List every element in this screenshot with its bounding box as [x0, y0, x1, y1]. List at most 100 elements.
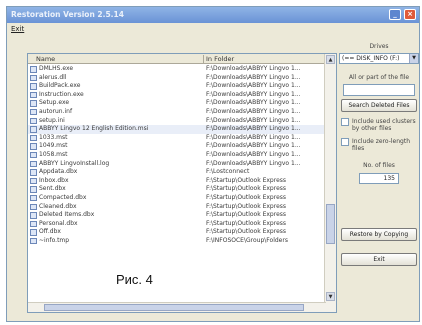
table-row[interactable]: alerus.dll F:\Downloads\ABBYY Lingvo 1... — [28, 74, 326, 83]
table-row[interactable]: Instruction.exe F:\Downloads\ABBYY Lingvo… — [28, 91, 326, 100]
file-name: ~info.tmp — [39, 236, 70, 244]
file-folder: F:\Downloads\ABBYY Lingvo 1... — [206, 150, 301, 158]
table-row[interactable]: Deleted Items.dbx F:\Startup\Outlook Expr… — [28, 211, 326, 220]
file-rows: DMLHS.exe F:\Downloads\ABBYY Lingvo 1... a… — [28, 65, 326, 245]
file-icon — [30, 143, 37, 150]
menu-bar: Exit — [7, 23, 419, 36]
hscroll-thumb[interactable] — [44, 304, 304, 311]
file-name: 1033.mst — [39, 133, 68, 141]
table-row[interactable]: Setup.exe F:\Downloads\ABBYY Lingvo 1... — [28, 99, 326, 108]
table-row[interactable]: 1058.mst F:\Downloads\ABBYY Lingvo 1... — [28, 151, 326, 160]
file-folder: F:\Startup\Outlook Express — [206, 176, 287, 184]
file-name: Inbox.dbx — [39, 176, 69, 184]
table-row[interactable]: Sent.dbx F:\Startup\Outlook Express — [28, 185, 326, 194]
file-name: Appdata.dbx — [39, 168, 78, 176]
file-icon — [30, 169, 37, 176]
file-folder: F:\Downloads\ABBYY Lingvo 1... — [206, 65, 301, 72]
scroll-down-icon[interactable]: ▼ — [326, 292, 335, 301]
window-title: Restoration Version 2.5.14 — [11, 10, 124, 19]
file-icon — [30, 212, 37, 219]
close-button[interactable]: × — [404, 9, 416, 20]
search-input[interactable] — [343, 84, 415, 96]
file-name: Sent.dbx — [39, 185, 66, 193]
file-name: setup.ini — [39, 116, 65, 124]
table-row[interactable]: ABBYY Lingvo 12 English Edition.msi F:\Do… — [28, 125, 326, 134]
option-zero-length[interactable]: Include zero-length files — [341, 138, 419, 152]
file-icon — [30, 177, 37, 185]
table-row[interactable]: Inbox.dbx F:\Startup\Outlook Express — [28, 177, 326, 186]
file-folder: F:\INFOSOCE\Group\Folders — [206, 236, 288, 244]
scroll-thumb[interactable] — [326, 204, 335, 244]
search-deleted-files-button[interactable]: Search Deleted Files — [341, 99, 417, 112]
checkbox-icon[interactable] — [341, 118, 349, 126]
drives-label: Drives — [369, 43, 389, 50]
file-count-value: 135 — [359, 173, 399, 184]
file-icon — [30, 117, 37, 125]
file-icon — [30, 229, 37, 236]
file-name: Cleaned.dbx — [39, 202, 77, 210]
file-name: 1058.mst — [39, 150, 68, 158]
drive-select[interactable]: (== DISK_INFO (F:) ▼ — [339, 53, 419, 64]
file-folder: F:\Startup\Outlook Express — [206, 202, 287, 210]
file-folder: F:\Downloads\ABBYY Lingvo 1... — [206, 142, 301, 150]
table-row[interactable]: Personal.dbx F:\Startup\Outlook Express — [28, 220, 326, 229]
file-folder: F:\Downloads\ABBYY Lingvo 1... — [206, 125, 301, 133]
file-icon — [30, 160, 37, 168]
file-list-panel: Name In Folder DMLHS.exe F:\Downloads\ABB… — [27, 53, 337, 313]
menu-item-exit[interactable]: Exit — [11, 25, 24, 33]
minimize-button[interactable]: _ — [389, 9, 401, 20]
file-folder: F:\Downloads\ABBYY Lingvo 1... — [206, 159, 301, 167]
app-window: Restoration Version 2.5.14 _ × Exit Name… — [6, 6, 420, 322]
drive-value: (== DISK_INFO (F:) — [342, 55, 400, 62]
file-name: ABBYY Lingvo 12 English Edition.msi — [39, 125, 149, 133]
table-row[interactable]: ABBYY LingvoInstall.log F:\Downloads\ABBY… — [28, 160, 326, 169]
file-icon — [30, 74, 37, 82]
file-icon — [30, 220, 37, 228]
file-icon — [30, 237, 37, 245]
file-folder: F:\Startup\Outlook Express — [206, 211, 287, 219]
file-icon — [30, 194, 37, 202]
control-panel: Drives (== DISK_INFO (F:) ▼ All or part … — [337, 43, 421, 266]
column-header-name[interactable]: Name — [36, 54, 55, 64]
file-count-label: No. of files — [363, 162, 395, 169]
chevron-down-icon[interactable]: ▼ — [409, 54, 418, 63]
file-folder: F:\Downloads\ABBYY Lingvo 1... — [206, 82, 301, 90]
table-row[interactable]: Compacted.dbx F:\Startup\Outlook Express — [28, 194, 326, 203]
checkbox-icon[interactable] — [341, 138, 349, 146]
file-icon — [30, 83, 37, 90]
horizontal-scrollbar[interactable] — [28, 302, 326, 312]
file-folder: F:\Downloads\ABBYY Lingvo 1... — [206, 99, 301, 107]
table-row[interactable]: autorun.inf F:\Downloads\ABBYY Lingvo 1..… — [28, 108, 326, 117]
file-folder: F:\Downloads\ABBYY Lingvo 1... — [206, 73, 301, 81]
file-icon — [30, 108, 37, 116]
table-row[interactable]: 1033.mst F:\Downloads\ABBYY Lingvo 1... — [28, 134, 326, 143]
file-icon — [30, 91, 37, 99]
file-icon — [30, 186, 37, 193]
option-used-clusters[interactable]: Include used clusters by other files — [341, 118, 419, 132]
file-name: 1049.mst — [39, 142, 68, 150]
table-row[interactable]: Cleaned.dbx F:\Startup\Outlook Express — [28, 203, 326, 212]
file-icon — [30, 203, 37, 210]
exit-button[interactable]: Exit — [341, 253, 417, 266]
file-name: alerus.dll — [39, 73, 67, 81]
scroll-up-icon[interactable]: ▲ — [326, 55, 335, 64]
table-row[interactable]: DMLHS.exe F:\Downloads\ABBYY Lingvo 1... — [28, 65, 326, 74]
table-row[interactable]: ~info.tmp F:\INFOSOCE\Group\Folders — [28, 237, 326, 246]
restore-by-copying-button[interactable]: Restore by Copying — [341, 228, 417, 241]
column-header-folder[interactable]: In Folder — [206, 54, 234, 64]
table-row[interactable]: Appdata.dbx F:\Lostconnect — [28, 168, 326, 177]
table-row[interactable]: BuildPack.exe F:\Downloads\ABBYY Lingvo 1… — [28, 82, 326, 91]
file-name: Personal.dbx — [39, 219, 78, 227]
file-name: Setup.exe — [39, 99, 70, 107]
file-name: Off.dbx — [39, 228, 61, 236]
file-name: Deleted Items.dbx — [39, 211, 95, 219]
table-row[interactable]: Off.dbx F:\Startup\Outlook Express — [28, 228, 326, 237]
option-used-clusters-label: Include used clusters by other files — [352, 118, 416, 132]
vertical-scrollbar[interactable]: ▲ ▼ — [324, 54, 336, 312]
table-row[interactable]: setup.ini F:\Downloads\ABBYY Lingvo 1... — [28, 117, 326, 126]
file-icon — [30, 66, 37, 73]
title-bar: Restoration Version 2.5.14 _ × — [7, 7, 419, 23]
table-row[interactable]: 1049.mst F:\Downloads\ABBYY Lingvo 1... — [28, 142, 326, 151]
column-divider[interactable] — [203, 55, 204, 63]
file-folder: F:\Downloads\ABBYY Lingvo 1... — [206, 133, 301, 141]
